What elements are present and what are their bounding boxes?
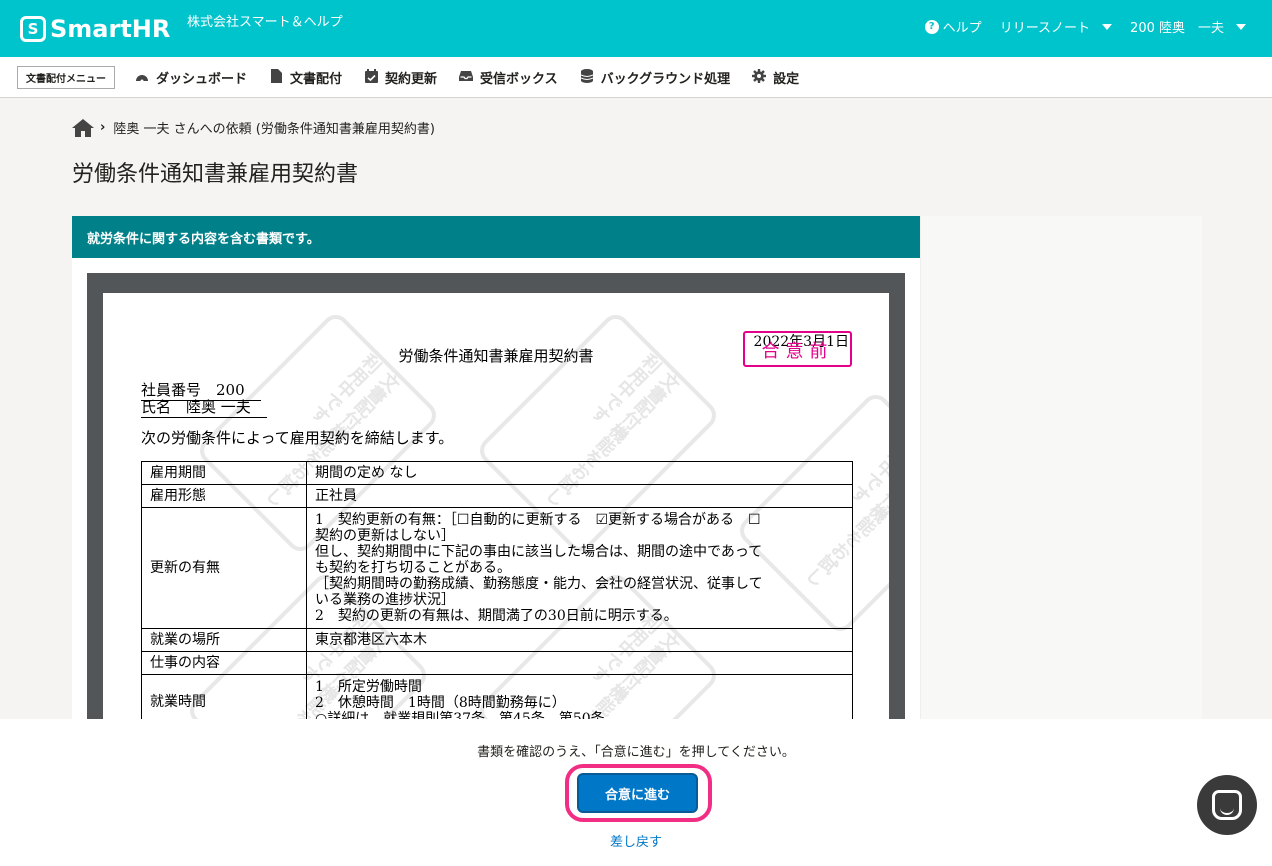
calendar-check-icon bbox=[364, 68, 378, 86]
row-value: 1 契約更新の有無：［☐自動的に更新する ☑更新する場合がある ☐ 契約の更新は… bbox=[306, 507, 853, 629]
document-menu-label: 文書配付メニュー bbox=[17, 65, 115, 89]
document-title: 労働条件通知書兼雇用契約書 bbox=[398, 347, 594, 365]
document-intro: 次の労働条件によって雇用契約を締結します。 bbox=[141, 429, 454, 447]
nav-contract-renewal[interactable]: 契約更新 bbox=[364, 68, 437, 87]
table-row: 雇用形態 正社員 bbox=[141, 484, 853, 508]
table-row: 雇用期間 期間の定め なし bbox=[141, 461, 853, 485]
chat-icon bbox=[1212, 790, 1242, 820]
renewal-line: いる業務の進捗状況］ bbox=[315, 592, 455, 608]
user-name: 200 陸奥 一夫 bbox=[1130, 21, 1224, 36]
nav-background-jobs[interactable]: バックグラウンド処理 bbox=[580, 68, 730, 87]
caret-down-icon bbox=[1102, 23, 1113, 30]
nav-document-distribution[interactable]: 文書配付 bbox=[269, 68, 342, 87]
file-icon bbox=[269, 68, 283, 86]
chat-support-button[interactable] bbox=[1197, 775, 1257, 835]
nav-settings-label: 設定 bbox=[773, 71, 800, 87]
help-label: ヘルプ bbox=[942, 21, 982, 36]
release-notes-dropdown[interactable]: リリースノート bbox=[999, 17, 1113, 36]
database-icon bbox=[580, 68, 594, 86]
document-panel: 就労条件に関する内容を含む書類です。 文書配付機能をお試し利用中です 文書配付機… bbox=[72, 216, 920, 743]
nav-settings[interactable]: 設定 bbox=[752, 68, 799, 87]
row-label: 雇用形態 bbox=[141, 484, 307, 508]
nav-inbox-label: 受信ボックス bbox=[480, 71, 558, 87]
renewal-line: 契約の更新はしない］ bbox=[315, 528, 455, 544]
page-title: 労働条件通知書兼雇用契約書 bbox=[72, 162, 359, 187]
nav-inbox[interactable]: 受信ボックス bbox=[459, 68, 558, 87]
document-menu-bar: 文書配付メニュー ダッシュボード 文書配付 契約更新 受信ボックス バックグラウ… bbox=[0, 57, 1272, 98]
user-menu-dropdown[interactable]: 200 陸奥 一夫 bbox=[1130, 17, 1246, 36]
side-panel bbox=[920, 216, 1202, 726]
home-icon[interactable] bbox=[72, 118, 94, 137]
chevron-right-icon: › bbox=[100, 120, 106, 135]
caret-down-icon bbox=[1236, 23, 1246, 30]
breadcrumb-current: 陸奥 一夫 さんへの依頼 (労働条件通知書兼雇用契約書) bbox=[113, 122, 435, 137]
hours-line: 2 休憩時間 1時間（8時間勤務毎に） bbox=[315, 695, 566, 711]
dashboard-icon bbox=[135, 70, 149, 85]
header-right-menu: ? ヘルプ リリースノート 200 陸奥 一夫 bbox=[907, 17, 1246, 36]
nav-dashboard-label: ダッシュボード bbox=[156, 71, 248, 87]
table-row: 更新の有無 1 契約更新の有無：［☐自動的に更新する ☑更新する場合がある ☐ … bbox=[141, 507, 853, 629]
nav-document-distribution-label: 文書配付 bbox=[290, 71, 343, 87]
inbox-icon bbox=[459, 70, 474, 84]
renewal-line: ［契約期間時の勤務成績、勤務態度・能力、会社の経営状況、従事して bbox=[315, 576, 763, 592]
logo-text: SmartHR bbox=[50, 14, 171, 43]
gear-icon bbox=[752, 68, 767, 86]
terms-table: 雇用期間 期間の定め なし 雇用形態 正社員 更新の有無 1 契約更新の有無：［… bbox=[141, 461, 853, 729]
hours-line: 1 所定労働時間 bbox=[315, 679, 422, 695]
agree-instruction: 書類を確認のうえ、「合意に進む」を押してください。 bbox=[477, 745, 795, 760]
row-value: 東京都港区六本木 bbox=[306, 628, 853, 652]
nav-contract-renewal-label: 契約更新 bbox=[385, 71, 438, 87]
renewal-line: 2 契約の更新の有無は、期間満了の30日前に明示する。 bbox=[315, 608, 678, 624]
action-bar: 書類を確認のうえ、「合意に進む」を押してください。 合意に進む 差し戻す bbox=[0, 719, 1272, 866]
company-name: 株式会社スマート＆ヘルプ bbox=[187, 15, 343, 30]
row-label: 就業の場所 bbox=[141, 628, 307, 652]
row-value: 正社員 bbox=[306, 484, 853, 508]
return-link[interactable]: 差し戻す bbox=[0, 831, 1272, 850]
nav-dashboard[interactable]: ダッシュボード bbox=[135, 68, 247, 87]
row-value bbox=[306, 651, 853, 675]
release-notes-label: リリースノート bbox=[999, 21, 1091, 36]
table-row: 仕事の内容 bbox=[141, 651, 853, 675]
nav-background-jobs-label: バックグラウンド処理 bbox=[600, 71, 731, 87]
app-header: S SmartHR 株式会社スマート＆ヘルプ ? ヘルプ リリースノート 200… bbox=[0, 0, 1272, 57]
row-value: 期間の定め なし bbox=[306, 461, 853, 485]
row-label: 雇用期間 bbox=[141, 461, 307, 485]
renewal-line: 1 契約更新の有無：［☐自動的に更新する ☑更新する場合がある ☐ bbox=[315, 512, 761, 528]
agree-button[interactable]: 合意に進む bbox=[577, 773, 698, 813]
document-panel-header: 就労条件に関する内容を含む書類です。 bbox=[72, 216, 920, 258]
logo-mark-icon: S bbox=[20, 15, 46, 42]
row-label: 更新の有無 bbox=[141, 507, 307, 629]
row-label: 仕事の内容 bbox=[141, 651, 307, 675]
employee-name: 氏名 陸奥 一夫 bbox=[141, 396, 267, 418]
renewal-line: も契約を打ち切ることがある。 bbox=[315, 560, 511, 576]
renewal-line: 但し、契約期間中に下記の事由に該当した場合は、期間の途中であって bbox=[315, 544, 763, 560]
breadcrumb: › 陸奥 一夫 さんへの依頼 (労働条件通知書兼雇用契約書) bbox=[72, 118, 435, 137]
smarthr-logo[interactable]: S SmartHR bbox=[20, 14, 170, 44]
table-row: 就業の場所 東京都港区六本木 bbox=[141, 628, 853, 652]
help-link[interactable]: ? ヘルプ bbox=[924, 17, 982, 36]
pdf-viewer[interactable]: 文書配付機能をお試し利用中です 文書配付機能をお試し利用中です 文書配付機能をお… bbox=[87, 273, 905, 743]
question-circle-icon: ? bbox=[924, 19, 939, 34]
document-page: 文書配付機能をお試し利用中です 文書配付機能をお試し利用中です 文書配付機能をお… bbox=[103, 293, 889, 743]
